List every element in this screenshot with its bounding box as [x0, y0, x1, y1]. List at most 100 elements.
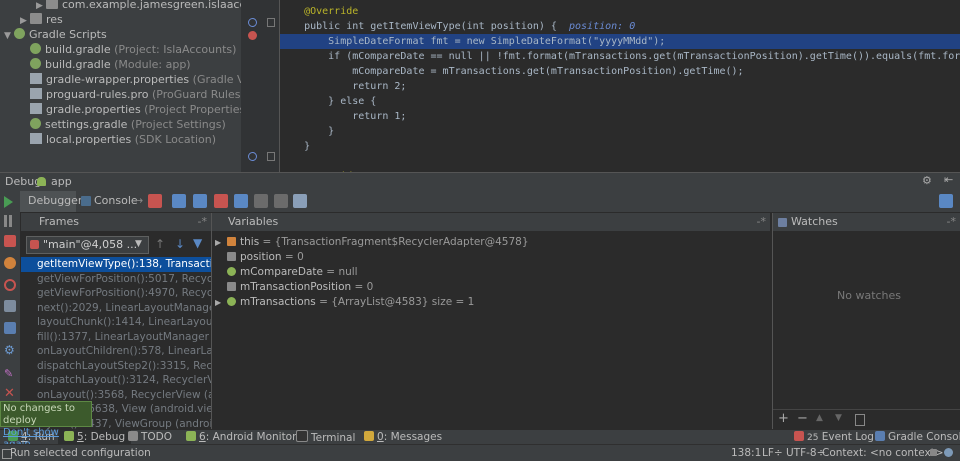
debug-config-name[interactable]: app — [51, 175, 72, 188]
bug-icon[interactable] — [4, 257, 16, 269]
step-into-icon[interactable] — [193, 194, 207, 208]
remove-watch-icon[interactable]: − — [797, 411, 808, 426]
tree-item[interactable]: settings.gradle (Project Settings) — [20, 117, 226, 132]
code-line[interactable]: return 1; — [280, 109, 960, 124]
step-out-icon[interactable] — [234, 194, 248, 208]
stop-icon[interactable] — [4, 235, 16, 247]
gear-icon[interactable]: ⚙ — [922, 174, 932, 187]
tab-debugger-label: Debugger — [28, 194, 83, 207]
fold-marker-icon[interactable] — [267, 18, 275, 27]
expand-arrow-icon[interactable]: ▶ — [215, 235, 227, 250]
tree-item[interactable]: build.gradle (Project: IslaAccounts) — [20, 42, 236, 57]
todo-tool-button[interactable]: TODO — [128, 430, 172, 445]
stack-frame[interactable]: getItemViewType():138, TransactionFragme… — [21, 257, 211, 272]
variable-row[interactable]: position = 0 — [215, 250, 304, 265]
move-down-icon[interactable]: ▼ — [835, 413, 842, 423]
tree-item[interactable]: local.properties (SDK Location) — [20, 132, 216, 147]
tree-item[interactable]: proguard-rules.pro (ProGuard Rules for a… — [20, 87, 241, 102]
file-encoding[interactable]: UTF-8÷ — [786, 445, 825, 461]
restore-layout-icon[interactable] — [939, 194, 953, 208]
drop-frame-icon[interactable] — [254, 194, 268, 208]
hide-icon[interactable]: ⇤ — [944, 173, 953, 186]
add-watch-icon[interactable]: + — [778, 411, 789, 426]
code-line[interactable]: } — [280, 139, 960, 154]
stack-frame[interactable]: dispatchLayout():3124, RecyclerView (and… — [21, 373, 211, 388]
code-line[interactable]: return 2; — [280, 79, 960, 94]
tree-item[interactable]: ▶com.example.jamesgreen.islaaccounts — [36, 0, 241, 12]
tab-console[interactable]: Console — [94, 194, 138, 207]
stack-frame[interactable]: getViewForPosition():4970, RecyclerView$… — [21, 286, 211, 301]
evaluate-expression-icon[interactable] — [293, 194, 307, 208]
android-monitor-tool-button[interactable]: 6: Android Monitor — [186, 430, 296, 445]
code-line[interactable]: } — [280, 124, 960, 139]
tree-item[interactable]: ▼ Gradle Scripts — [4, 27, 107, 42]
copy-watch-icon[interactable] — [855, 414, 865, 426]
stack-frame[interactable]: next():2029, LinearLayoutManager$LayoutS… — [21, 301, 211, 316]
step-over-icon[interactable] — [172, 194, 186, 208]
caret-position[interactable]: 138:1 — [731, 445, 761, 461]
collapse-arrow-icon[interactable]: ▼ — [4, 29, 14, 44]
arrow-down-icon[interactable]: ↓ — [175, 237, 185, 251]
variable-row[interactable]: mTransactionPosition = 0 — [215, 280, 373, 295]
stack-frame[interactable]: dispatchLayoutStep2():3315, RecyclerView — [21, 359, 211, 374]
code-line[interactable]: } else { — [280, 94, 960, 109]
expand-arrow-icon[interactable]: ▶ — [215, 295, 227, 310]
thread-selector[interactable]: "main"@4,058 ... ▼ — [26, 236, 149, 254]
override-marker-icon[interactable] — [248, 152, 257, 161]
code-line[interactable]: public int getItemViewType(int position)… — [280, 19, 960, 34]
get-thread-dump-icon[interactable] — [4, 322, 16, 334]
settings-icon[interactable]: ⚙ — [4, 344, 16, 356]
tree-item-hint: (Gradle Version) — [192, 73, 241, 86]
watches-toolbar: + − ▲ ▼ — [773, 409, 960, 429]
show-execution-point-icon[interactable] — [148, 194, 162, 208]
inspector-icon[interactable] — [944, 448, 953, 457]
code-line[interactable]: mCompareDate = mTransactions.get(mTransa… — [280, 64, 960, 79]
frames-panel: Frames -* "main"@4,058 ... ▼ ↑ ↓ ▼ getIt… — [21, 213, 212, 429]
tree-item[interactable]: build.gradle (Module: app) — [20, 57, 191, 72]
fold-marker-icon[interactable] — [267, 152, 275, 161]
view-breakpoints-icon[interactable] — [4, 300, 16, 312]
code-line[interactable] — [280, 154, 960, 169]
force-step-into-icon[interactable] — [214, 194, 228, 208]
line-separator[interactable]: LF÷ — [762, 445, 783, 461]
gradle-console-label: Gradle Console — [888, 431, 960, 443]
event-log-tool-button[interactable]: 25 Event Log — [794, 430, 874, 445]
tree-item[interactable]: gradle.properties (Project Properties) — [20, 102, 241, 117]
lock-icon[interactable] — [930, 449, 937, 456]
tree-item[interactable]: ▶ res — [20, 12, 63, 27]
panel-pin-icon[interactable]: -* — [198, 213, 207, 231]
pin-icon[interactable]: ✎ — [4, 368, 16, 380]
editor-gutter[interactable] — [241, 0, 280, 172]
stack-frame[interactable]: getViewForPosition():5017, RecyclerView$… — [21, 272, 211, 287]
variable-row[interactable]: ▶ mTransactions = {ArrayList@4583} size =… — [215, 295, 474, 310]
breakpoint-icon[interactable] — [248, 31, 257, 40]
close-icon[interactable]: ✕ — [4, 387, 16, 400]
terminal-tool-button[interactable]: Terminal — [296, 430, 355, 445]
resume-icon[interactable] — [4, 196, 13, 208]
variable-row[interactable]: ▶ this = {TransactionFragment$RecyclerAda… — [215, 235, 529, 250]
panel-pin-icon[interactable]: -* — [757, 213, 766, 231]
gradle-console-tool-button[interactable]: Gradle Console — [875, 430, 960, 445]
variable-row[interactable]: mCompareDate = null — [215, 265, 358, 280]
code-line[interactable]: @Override — [280, 4, 960, 19]
filter-icon[interactable]: ▼ — [193, 236, 202, 250]
panel-pin-icon[interactable]: -* — [947, 213, 956, 231]
stack-frame[interactable]: fill():1377, LinearLayoutManager (androi… — [21, 330, 211, 345]
code-line[interactable]: SimpleDateFormat fmt = new SimpleDateFor… — [280, 34, 960, 49]
context-indicator[interactable]: Context: <no context> — [822, 445, 944, 461]
stack-frame[interactable]: layoutChunk():1414, LinearLayoutManager — [21, 315, 211, 330]
override-marker-icon[interactable] — [248, 18, 257, 27]
code-line[interactable]: if (mCompareDate == null || !fmt.format(… — [280, 49, 960, 64]
mute-breakpoints-icon[interactable] — [4, 279, 16, 291]
run-to-cursor-icon[interactable] — [274, 194, 288, 208]
code-editor[interactable]: @Override public int getItemViewType(int… — [280, 0, 960, 172]
pause-icon[interactable] — [4, 215, 12, 227]
move-up-icon[interactable]: ▲ — [816, 413, 823, 423]
gradle-icon — [14, 28, 25, 39]
tree-item[interactable]: gradle-wrapper.properties (Gradle Versio… — [20, 72, 241, 87]
watches-icon — [778, 218, 787, 227]
balloon-message: No changes to deploy — [3, 403, 76, 426]
messages-tool-button[interactable]: 0: Messages — [364, 430, 442, 445]
stack-frame[interactable]: onLayoutChildren():578, LinearLayoutMana… — [21, 344, 211, 359]
arrow-up-icon[interactable]: ↑ — [155, 237, 165, 251]
